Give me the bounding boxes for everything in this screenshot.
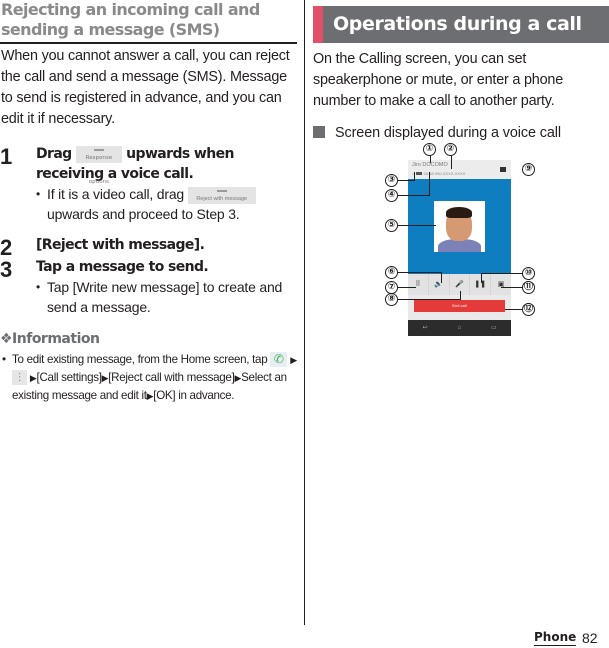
speaker-icon[interactable]: 🔈	[429, 274, 450, 295]
caller-photo	[434, 201, 485, 252]
operations-title: Operations during a call	[333, 13, 582, 35]
menu-icon: ⋮	[12, 370, 27, 386]
step-number: 3	[0, 257, 13, 282]
left-column: Rejecting an incoming call and sending a…	[0, 0, 297, 405]
step-1: 1 Drag Response options upwards when rec…	[0, 144, 297, 224]
step-3: 3 Tap a message to send. Tap [Write new …	[0, 257, 297, 317]
callout-line-1	[430, 155, 431, 163]
operations-header: Operations during a call	[313, 6, 609, 43]
call-screen: Jiro DOCOMO ✓ 00:18 090-XXXX-XXXX ⠿ 🔈 🎤 …	[408, 160, 511, 336]
column-divider	[304, 0, 305, 625]
step-text: Drag Response options upwards when recei…	[36, 144, 297, 185]
recent-apps-icon[interactable]: ▭	[477, 320, 511, 336]
caller-area	[408, 179, 511, 274]
callout-6: ⑥	[385, 266, 398, 279]
arrow-icon: ▶	[29, 373, 37, 383]
callout-line-10v	[481, 273, 482, 283]
callout-9: ⑨	[522, 163, 535, 176]
hd-voice-icon	[416, 172, 423, 176]
callout-line-3v	[414, 172, 415, 181]
callout-line-11	[501, 287, 524, 288]
photo-hair	[446, 207, 472, 218]
call-status: ✓ 00:18 090-XXXX-XXXX	[412, 171, 465, 176]
right-column: Operations during a call On the Calling …	[313, 6, 609, 143]
callout-line-4	[398, 195, 429, 196]
subheading-text: Screen displayed during a voice call	[335, 125, 561, 141]
callout-line-8v	[460, 291, 461, 300]
section-title: Rejecting an incoming call and sending a…	[0, 0, 297, 44]
callout-11: ⑪	[522, 281, 535, 294]
callout-1: ①	[423, 143, 436, 156]
callout-line-2	[451, 155, 452, 169]
header-accent	[313, 6, 323, 43]
callout-line-6v	[441, 272, 442, 283]
note-text-part: upwards and proceed to Step 3.	[47, 206, 240, 222]
info-text-part: [OK] in advance.	[153, 389, 235, 402]
information-title: ❖Information	[0, 331, 100, 347]
step-number: 1	[0, 144, 13, 169]
dialpad-icon[interactable]: ⠿	[408, 274, 429, 295]
reject-with-message-button: Reject with message	[187, 186, 256, 204]
page-number: 82	[582, 630, 598, 646]
callout-line-10	[481, 273, 524, 274]
subheading: Screen displayed during a voice call	[313, 123, 609, 143]
callout-line-5	[398, 225, 436, 226]
callout-line-8	[398, 299, 460, 300]
end-call-button[interactable]: End call	[414, 300, 505, 312]
callout-line-4v	[429, 172, 430, 196]
intro-text: When you cannot answer a call, you can r…	[1, 48, 290, 127]
navigation-bar: ↩ ⌂ ▭	[408, 320, 511, 336]
note-text-part: If it is a video call, drag	[47, 186, 184, 202]
info-text-part: To edit existing message, from the Home …	[12, 353, 268, 366]
video-call-icon[interactable]	[500, 167, 506, 172]
operations-intro: On the Calling screen, you can set speak…	[313, 51, 564, 109]
step-note: Tap [Write new message] to create and se…	[36, 277, 297, 317]
step-text: Tap a message to send.	[36, 259, 209, 275]
callout-2: ②	[444, 143, 457, 156]
callout-8: ⑧	[385, 293, 398, 306]
square-bullet-icon	[313, 126, 325, 138]
response-options-button: Response options	[75, 145, 122, 185]
step-text: [Reject with message].	[36, 237, 205, 253]
callout-10: ⑩	[522, 267, 535, 280]
info-text-part: [Call settings]	[36, 371, 102, 384]
callout-4: ④	[385, 189, 398, 202]
callout-3: ③	[385, 174, 398, 187]
step-note: If it is a video call, drag Reject with …	[36, 184, 297, 224]
back-icon[interactable]: ↩	[408, 320, 442, 336]
information-body: To edit existing message, from the Home …	[0, 351, 297, 405]
callout-12: ⑫	[522, 303, 535, 316]
callout-line-6	[398, 272, 441, 273]
contacts-icon[interactable]: ▣	[491, 274, 511, 295]
footer-section-name: Phone	[534, 630, 577, 646]
callout-line-7	[398, 287, 416, 288]
home-icon[interactable]: ⌂	[442, 320, 476, 336]
step-text-part: Drag	[36, 146, 72, 162]
callout-5: ⑤	[385, 219, 398, 232]
call-info-bar: Jiro DOCOMO ✓ 00:18 090-XXXX-XXXX	[408, 160, 511, 179]
callout-line-3	[398, 180, 414, 181]
step-2: 2 [Reject with message].	[0, 235, 297, 260]
arrow-icon: ▶	[290, 355, 297, 365]
info-text-part: [Reject call with message]	[108, 371, 235, 384]
phone-number: 090-XXXX-XXXX	[434, 171, 466, 176]
phone-icon: ✆	[270, 352, 288, 368]
